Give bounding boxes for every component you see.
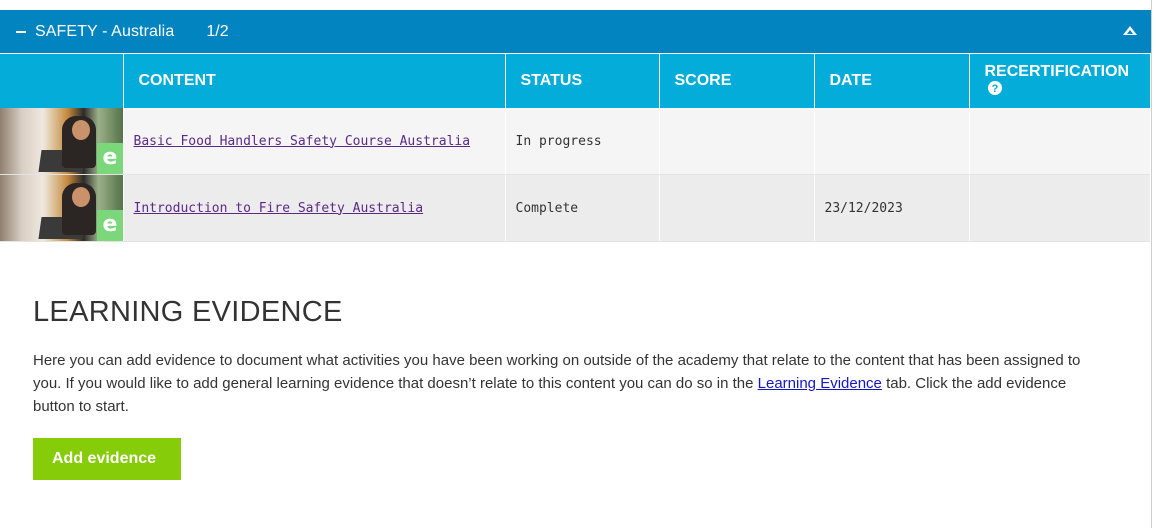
learning-evidence-section: LEARNING EVIDENCE Here you can add evide… <box>0 242 1151 480</box>
score-cell <box>659 108 815 175</box>
course-image[interactable]: e <box>0 108 123 174</box>
header-recertification[interactable]: RECERTIFICATION ? <box>969 53 1150 108</box>
content-cell: Basic Food Handlers Safety Course Austra… <box>123 108 506 175</box>
learning-evidence-link[interactable]: Learning Evidence <box>758 375 882 392</box>
face-shape <box>72 187 90 207</box>
recertification-cell <box>969 108 1150 175</box>
add-evidence-button[interactable]: Add evidence <box>33 438 181 480</box>
table-row: e Basic Food Handlers Safety Course Aust… <box>0 108 1150 175</box>
content-table: CONTENT STATUS SCORE DATE RECERTIFICATIO… <box>0 53 1150 242</box>
main-panel: SAFETY - Australia 1/2 CONTENT STATUS SC… <box>0 0 1152 528</box>
section-header[interactable]: SAFETY - Australia 1/2 <box>0 10 1151 53</box>
header-score[interactable]: SCORE <box>659 53 815 108</box>
table-header-row: CONTENT STATUS SCORE DATE RECERTIFICATIO… <box>0 53 1150 108</box>
date-cell: 23/12/2023 <box>814 174 970 242</box>
header-content[interactable]: CONTENT <box>123 53 506 108</box>
course-thumbnail[interactable]: e <box>0 108 124 175</box>
recertification-cell <box>969 174 1150 242</box>
course-thumbnail[interactable]: e <box>0 174 124 242</box>
section-count: 1/2 <box>206 22 229 40</box>
status-cell: In progress <box>505 108 660 175</box>
header-recertification-label: RECERTIFICATION <box>984 63 1130 80</box>
section-title: SAFETY - Australia <box>35 22 175 40</box>
chevron-up-icon[interactable] <box>1123 26 1137 35</box>
table-row: e Introduction to Fire Safety Australia … <box>0 174 1150 242</box>
content-cell: Introduction to Fire Safety Australia <box>123 174 506 242</box>
evidence-description: Here you can add evidence to document wh… <box>33 349 1103 418</box>
score-cell <box>659 174 815 242</box>
course-link[interactable]: Introduction to Fire Safety Australia <box>134 201 424 216</box>
date-cell <box>814 108 970 175</box>
status-cell: Complete <box>505 174 660 242</box>
top-spacer <box>0 0 1151 10</box>
evidence-heading: LEARNING EVIDENCE <box>33 296 343 328</box>
question-circle-icon[interactable]: ? <box>987 81 1002 95</box>
header-date[interactable]: DATE <box>814 53 970 108</box>
e-badge-icon: e <box>97 143 123 174</box>
course-image[interactable]: e <box>0 175 123 241</box>
header-thumb <box>0 53 124 108</box>
e-badge-icon: e <box>97 210 123 241</box>
svg-text:?: ? <box>991 83 998 95</box>
header-status[interactable]: STATUS <box>505 53 660 108</box>
face-shape <box>72 120 90 140</box>
course-link[interactable]: Basic Food Handlers Safety Course Austra… <box>134 134 471 149</box>
collapse-icon[interactable] <box>16 30 26 33</box>
